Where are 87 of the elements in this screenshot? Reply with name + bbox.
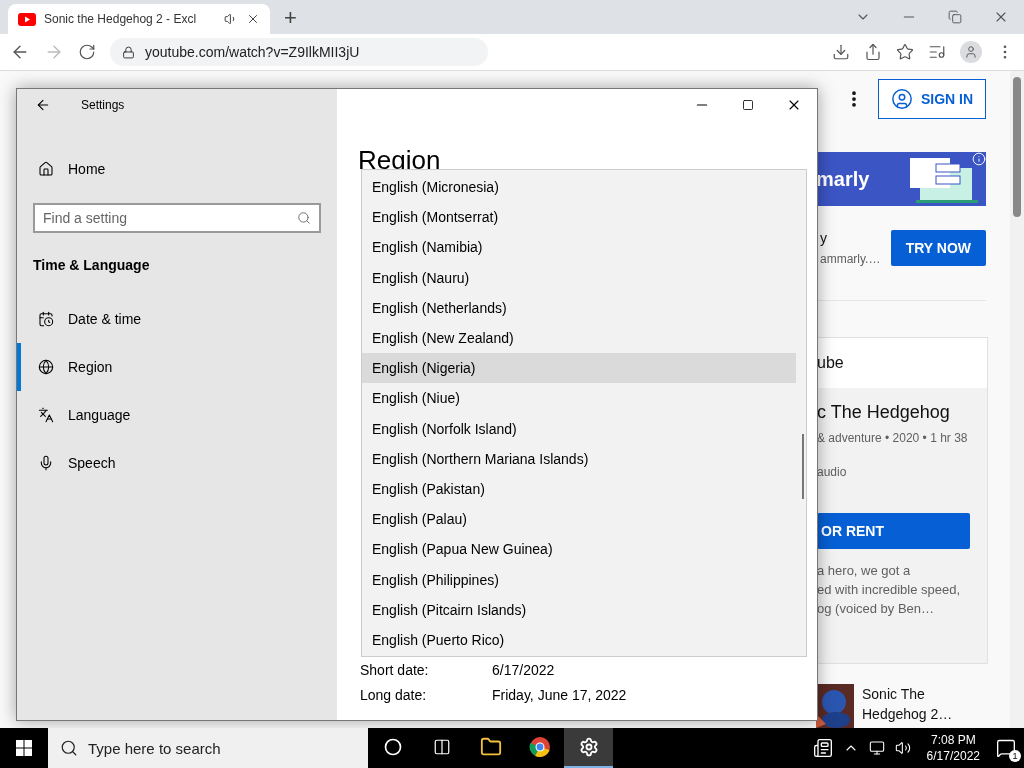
format-value: 6/17/2022 bbox=[492, 661, 555, 678]
volume-icon[interactable] bbox=[894, 740, 911, 756]
tab-title: Sonic the Hedgehog 2 - Excl bbox=[44, 12, 198, 26]
sign-in-button[interactable]: SIGN IN bbox=[878, 79, 987, 119]
circle-icon bbox=[383, 738, 402, 756]
network-icon[interactable] bbox=[868, 740, 885, 756]
search-field[interactable]: Find a setting bbox=[33, 203, 321, 233]
calendar-clock-icon bbox=[38, 311, 54, 327]
dropdown-option[interactable]: English (Papua New Guinea) bbox=[362, 534, 796, 565]
lock-icon bbox=[122, 45, 135, 59]
dropdown-option[interactable]: English (Philippines) bbox=[362, 564, 796, 595]
movie-meta: & adventure • 2020 • 1 hr 38 bbox=[817, 431, 969, 446]
dropdown-option[interactable]: English (Pakistan) bbox=[362, 473, 796, 505]
description-line: ed with incredible speed, bbox=[817, 582, 962, 598]
dropdown-option[interactable]: English (Pitcairn Islands) bbox=[362, 594, 796, 625]
media-icon[interactable] bbox=[928, 43, 946, 61]
url-text: youtube.com/watch?v=Z9IlkMII3jU bbox=[145, 44, 360, 60]
scrollbar-thumb[interactable] bbox=[802, 434, 804, 499]
rent-button[interactable]: OR RENT bbox=[817, 513, 970, 550]
new-tab-button[interactable]: + bbox=[278, 4, 303, 34]
globe-icon bbox=[38, 359, 54, 375]
promo-subtitle: ammarly.… bbox=[820, 252, 881, 267]
dropdown-option[interactable]: English (Nigeria) bbox=[362, 353, 796, 384]
download-icon[interactable] bbox=[832, 43, 850, 61]
dropdown-option[interactable]: English (Nauru) bbox=[362, 262, 796, 293]
dropdown-option[interactable]: English (Netherlands) bbox=[362, 292, 796, 323]
account-icon bbox=[891, 88, 913, 110]
dropdown-option[interactable]: English (New Zealand) bbox=[362, 322, 796, 354]
search-icon bbox=[297, 211, 311, 225]
page-title: Region bbox=[358, 145, 442, 175]
window-title: Settings bbox=[81, 98, 125, 112]
notification-badge: 1 bbox=[1009, 750, 1021, 762]
ad-brand-text: marly bbox=[816, 167, 870, 191]
dropdown-option[interactable]: English (Puerto Rico) bbox=[362, 624, 796, 655]
close-icon[interactable] bbox=[246, 12, 260, 26]
audio-note: audio bbox=[817, 465, 848, 480]
format-label: Short date: bbox=[360, 661, 430, 678]
nav-item[interactable]: Region bbox=[17, 343, 337, 391]
description-line: a hero, we got a bbox=[817, 563, 912, 579]
address-bar[interactable]: youtube.com/watch?v=Z9IlkMII3jU bbox=[110, 38, 488, 66]
scrollbar-thumb[interactable] bbox=[1013, 77, 1021, 217]
nav-item[interactable]: Date & time bbox=[17, 295, 337, 343]
dropdown-option[interactable]: English (Micronesia) bbox=[362, 172, 796, 203]
format-label: Long date: bbox=[360, 686, 428, 703]
dropdown-option[interactable]: English (Montserrat) bbox=[362, 202, 796, 233]
windows-logo-icon bbox=[16, 740, 32, 756]
nav-item[interactable]: Language bbox=[17, 391, 337, 439]
browser-tab[interactable]: Sonic the Hedgehog 2 - Excl bbox=[8, 4, 270, 34]
dropdown-option[interactable]: English (Norfolk Island) bbox=[362, 413, 796, 444]
taskbar-search-field[interactable]: Type here to search bbox=[48, 728, 368, 768]
nav-item[interactable]: Speech bbox=[17, 439, 337, 487]
share-icon[interactable] bbox=[864, 43, 882, 61]
dropdown-option[interactable]: English (Palau) bbox=[362, 504, 796, 535]
description-line: og (voiced by Ben… bbox=[817, 601, 936, 617]
chrome-icon bbox=[528, 736, 551, 758]
restore-icon[interactable] bbox=[948, 10, 962, 24]
ad-banner[interactable]: marly bbox=[816, 152, 986, 207]
nav-item[interactable]: Home bbox=[17, 145, 337, 193]
try-now-button[interactable]: TRY NOW bbox=[890, 230, 986, 267]
star-icon[interactable] bbox=[896, 43, 914, 61]
microphone-icon bbox=[38, 455, 54, 471]
dropdown-option[interactable]: English (Namibia) bbox=[362, 232, 796, 263]
taskbar-app[interactable] bbox=[564, 728, 613, 768]
format-value: Friday, June 17, 2022 bbox=[492, 686, 627, 703]
notification-icon[interactable] bbox=[996, 738, 1016, 758]
news-icon[interactable] bbox=[812, 738, 833, 758]
dropdown-option[interactable]: English (Northern Mariana Islands) bbox=[362, 443, 796, 474]
person-icon bbox=[964, 45, 978, 59]
language-icon bbox=[38, 407, 54, 423]
back-icon[interactable] bbox=[35, 97, 51, 113]
gear-icon bbox=[578, 737, 599, 757]
home-icon bbox=[38, 161, 54, 177]
task-view-icon bbox=[432, 738, 451, 756]
info-icon bbox=[972, 152, 986, 166]
movie-title: c The Hedgehog bbox=[817, 402, 951, 424]
clock[interactable]: 7:08 PM 6/17/2022 bbox=[926, 733, 980, 763]
video-title[interactable]: Sonic The Hedgehog 2… bbox=[862, 684, 962, 728]
profile-avatar[interactable] bbox=[960, 41, 982, 63]
maximize-icon[interactable] bbox=[742, 99, 754, 111]
dropdown-option[interactable]: English (Niue) bbox=[362, 383, 796, 414]
card-header: ube bbox=[817, 354, 844, 373]
folder-icon bbox=[479, 736, 502, 758]
promo-title: y bbox=[820, 230, 828, 247]
play-logo-icon bbox=[18, 12, 36, 26]
section-heading: Time & Language bbox=[33, 257, 151, 273]
search-icon bbox=[60, 739, 78, 757]
reload-icon[interactable] bbox=[78, 43, 96, 61]
